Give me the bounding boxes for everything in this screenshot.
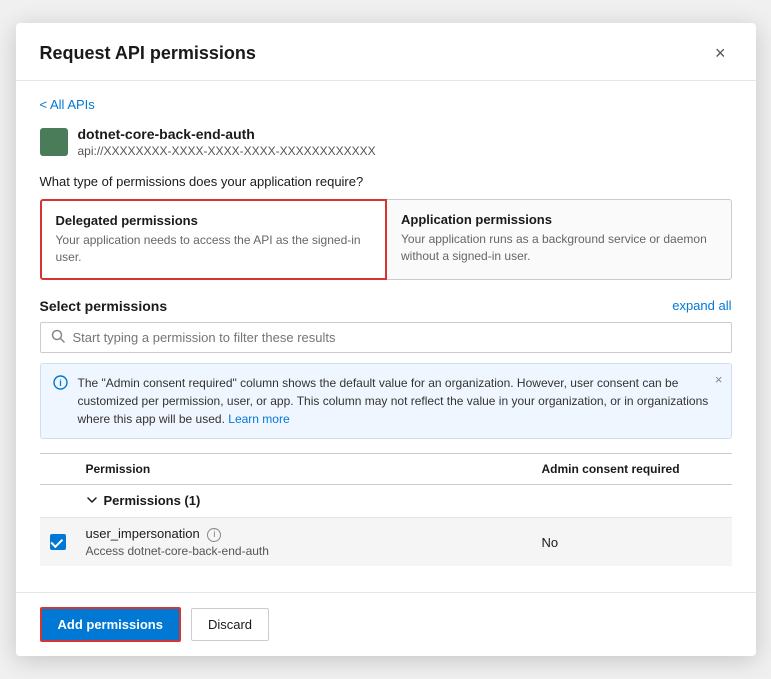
info-banner: i The "Admin consent required" column sh… bbox=[40, 363, 732, 439]
info-banner-icon: i bbox=[53, 375, 68, 428]
close-button[interactable]: × bbox=[709, 41, 732, 66]
info-banner-close-button[interactable]: × bbox=[715, 372, 723, 387]
col-checkbox bbox=[40, 453, 76, 484]
permission-details-cell: user_impersonation i Access dotnet-core-… bbox=[76, 518, 532, 566]
delegated-permissions-desc: Your application needs to access the API… bbox=[56, 232, 372, 266]
api-uri: api://XXXXXXXX-XXXX-XXXX-XXXX-XXXXXXXXXX… bbox=[78, 144, 376, 158]
table-row: user_impersonation i Access dotnet-core-… bbox=[40, 518, 732, 566]
col-admin-consent-header: Admin consent required bbox=[532, 453, 732, 484]
select-permissions-label: Select permissions bbox=[40, 298, 168, 314]
admin-consent-value: No bbox=[532, 518, 732, 566]
chevron-down-icon bbox=[86, 494, 98, 506]
application-permissions-desc: Your application runs as a background se… bbox=[401, 231, 717, 265]
dialog-footer: Add permissions Discard bbox=[16, 592, 756, 656]
delegated-permissions-card[interactable]: Delegated permissions Your application n… bbox=[40, 199, 388, 280]
permissions-group-label: Permissions (1) bbox=[104, 493, 201, 508]
expand-all-link[interactable]: expand all bbox=[672, 298, 731, 313]
search-input[interactable] bbox=[73, 330, 721, 345]
permission-name: user_impersonation i bbox=[86, 526, 522, 542]
application-permissions-card[interactable]: Application permissions Your application… bbox=[387, 199, 732, 280]
add-permissions-button[interactable]: Add permissions bbox=[40, 607, 181, 642]
permissions-table: Permission Admin consent required Permis… bbox=[40, 453, 732, 566]
search-box bbox=[40, 322, 732, 353]
permission-type-question: What type of permissions does your appli… bbox=[40, 174, 732, 189]
api-name: dotnet-core-back-end-auth bbox=[78, 126, 376, 142]
permission-info-icon[interactable]: i bbox=[207, 528, 221, 542]
application-permissions-title: Application permissions bbox=[401, 212, 717, 227]
dialog-header: Request API permissions × bbox=[16, 23, 756, 81]
api-details: dotnet-core-back-end-auth api://XXXXXXXX… bbox=[78, 126, 376, 158]
info-banner-text: The "Admin consent required" column show… bbox=[78, 374, 719, 428]
search-icon bbox=[51, 329, 65, 346]
request-api-permissions-dialog: Request API permissions × < All APIs dot… bbox=[16, 23, 756, 656]
learn-more-link[interactable]: Learn more bbox=[228, 412, 289, 426]
col-permission-header: Permission bbox=[76, 453, 532, 484]
discard-button[interactable]: Discard bbox=[191, 608, 269, 641]
permissions-group-row: Permissions (1) bbox=[40, 484, 732, 518]
permission-checkbox-cell[interactable] bbox=[40, 518, 76, 566]
user-impersonation-checkbox[interactable] bbox=[50, 534, 66, 550]
permission-types-container: Delegated permissions Your application n… bbox=[40, 199, 732, 280]
delegated-permissions-title: Delegated permissions bbox=[56, 213, 372, 228]
permission-description: Access dotnet-core-back-end-auth bbox=[86, 544, 522, 558]
back-to-all-apis-link[interactable]: < All APIs bbox=[40, 97, 95, 112]
svg-text:i: i bbox=[59, 378, 62, 388]
permissions-group-toggle[interactable]: Permissions (1) bbox=[86, 493, 201, 508]
api-info: dotnet-core-back-end-auth api://XXXXXXXX… bbox=[40, 126, 732, 158]
dialog-title: Request API permissions bbox=[40, 43, 256, 64]
dialog-body: < All APIs dotnet-core-back-end-auth api… bbox=[16, 81, 756, 592]
select-permissions-header: Select permissions expand all bbox=[40, 298, 732, 314]
api-icon bbox=[40, 128, 68, 156]
